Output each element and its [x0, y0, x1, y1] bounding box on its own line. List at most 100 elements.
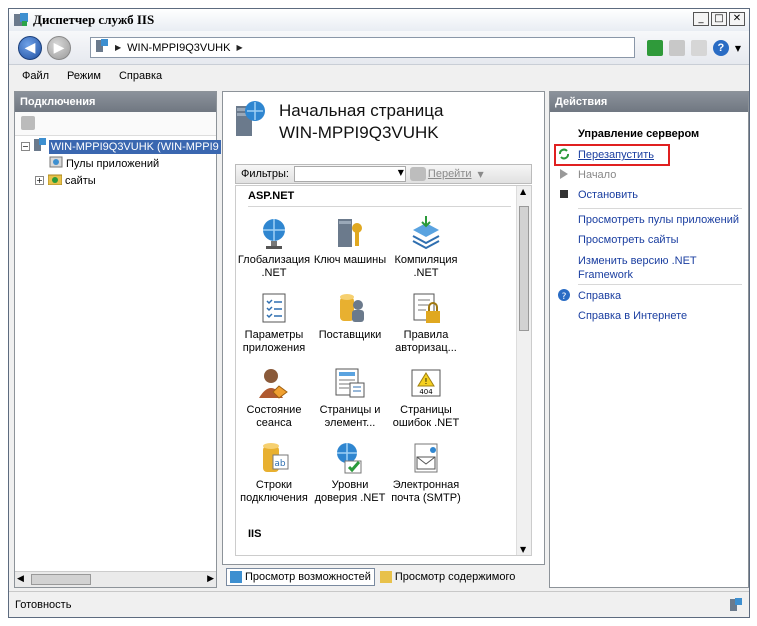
divider: [578, 284, 742, 285]
network-status-icon: [729, 598, 743, 615]
tree-app-pools-label[interactable]: Пулы приложений: [66, 158, 159, 170]
chevron-down-icon[interactable]: ▼: [735, 44, 741, 53]
back-button[interactable]: ◀: [18, 36, 42, 60]
help-link[interactable]: Справка: [578, 289, 621, 303]
globe-icon: [257, 216, 291, 250]
feature-label: доверия .NET: [314, 492, 386, 504]
connections-toolbar: [15, 112, 216, 136]
start-link[interactable]: Начало: [578, 168, 616, 182]
menu-file[interactable]: Файл: [22, 70, 49, 82]
feature-app-settings[interactable]: Параметры приложения: [236, 291, 312, 355]
feature-label: Страницы и: [319, 404, 381, 416]
tab-features-label: Просмотр возможностей: [245, 571, 371, 583]
view-app-pools-link[interactable]: Просмотреть пулы приложений: [578, 213, 739, 227]
svg-text:!: !: [424, 377, 427, 386]
providers-icon: [333, 291, 367, 325]
server-large-icon: [233, 100, 269, 144]
scroll-down-icon[interactable]: ▼: [520, 545, 526, 554]
menu-view[interactable]: Режим: [67, 70, 101, 82]
feature-label: Уровни: [331, 479, 369, 491]
trust-levels-icon: [333, 441, 367, 475]
tree-node-sites[interactable]: + сайты: [15, 172, 216, 189]
feature-pages-controls[interactable]: Страницы и элемент...: [312, 366, 388, 430]
server-icon: [33, 138, 47, 155]
home-icon[interactable]: [690, 40, 707, 56]
scroll-thumb[interactable]: [519, 206, 529, 331]
app-pools-icon: [49, 155, 63, 172]
svg-text:ab: ab: [274, 459, 286, 469]
feature-label: Параметры: [244, 329, 304, 341]
connections-tree: − WIN-MPPI9Q3VUHK (WIN-MPPI9 Пулы прилож…: [15, 136, 221, 189]
refresh-icon[interactable]: [646, 40, 663, 56]
page-title-line1: Начальная страница: [279, 101, 444, 120]
breadcrumb-separator-icon[interactable]: ▶: [115, 43, 121, 52]
restart-link[interactable]: Перезапустить: [578, 148, 654, 162]
close-button[interactable]: ✕: [729, 12, 745, 26]
status-bar: Готовность: [9, 591, 749, 617]
maximize-button[interactable]: □: [711, 12, 727, 26]
feature-label: почта (SMTP): [391, 492, 461, 504]
online-help-link[interactable]: Справка в Интернете: [578, 309, 687, 323]
tree-sites-label[interactable]: сайты: [65, 175, 96, 187]
feature-connection-strings[interactable]: ab Строки подключения: [236, 441, 312, 505]
chevron-down-icon[interactable]: ▼: [478, 170, 484, 179]
dropdown-arrow-icon[interactable]: ▼: [398, 168, 404, 177]
view-sites-link[interactable]: Просмотреть сайты: [578, 233, 679, 247]
feature-compilation[interactable]: Компиляция .NET: [388, 216, 464, 280]
forward-button[interactable]: ▶: [47, 36, 71, 60]
change-net-line2: Framework: [578, 269, 634, 281]
svg-text:404: 404: [419, 388, 433, 396]
connect-icon[interactable]: [21, 116, 35, 130]
breadcrumb-separator-icon[interactable]: ▶: [236, 43, 242, 52]
feature-error-pages[interactable]: ! 404 Страницы ошибок .NET: [388, 366, 464, 430]
feature-providers[interactable]: Поставщики: [312, 291, 388, 342]
scroll-left-icon[interactable]: ◀: [17, 574, 24, 584]
feature-authorization-rules[interactable]: Правила авторизац...: [388, 291, 464, 355]
tab-content-view[interactable]: Просмотр содержимого: [377, 568, 519, 586]
address-bar[interactable]: ▶ WIN-MPPI9Q3VUHK ▶: [90, 37, 635, 58]
feature-machine-key[interactable]: Ключ машины: [312, 216, 388, 267]
help-icon: ?: [558, 289, 570, 302]
go-icon[interactable]: [409, 167, 426, 181]
tree-node-server[interactable]: − WIN-MPPI9Q3VUHK (WIN-MPPI9: [15, 138, 221, 155]
svg-text:?: ?: [562, 292, 567, 301]
go-button[interactable]: Перейти: [428, 168, 472, 180]
tree-node-app-pools[interactable]: Пулы приложений: [15, 155, 216, 172]
horizontal-scrollbar[interactable]: ◀ ▶: [15, 571, 216, 587]
feature-globalization[interactable]: Глобализация .NET: [236, 216, 312, 280]
collapse-icon[interactable]: −: [21, 142, 30, 151]
actions-panel: Действия Управление сервером Перезапусти…: [549, 91, 749, 588]
feature-label: Электронная: [392, 479, 460, 491]
manage-server-heading: Управление сервером: [578, 128, 700, 140]
expand-icon[interactable]: +: [35, 176, 44, 185]
change-net-line1: Изменить версию .NET: [578, 255, 697, 267]
page-title-line2: WIN-MPPI9Q3VUHK: [279, 123, 439, 142]
feature-label: элемент...: [324, 417, 376, 429]
feature-trust-levels[interactable]: Уровни доверия .NET: [312, 441, 388, 505]
tab-features-view[interactable]: Просмотр возможностей: [226, 568, 375, 586]
machine-key-icon: [333, 216, 367, 250]
help-icon[interactable]: ?: [712, 40, 729, 56]
scroll-thumb[interactable]: [31, 574, 91, 585]
filter-label: Фильтры:: [241, 168, 289, 180]
stop-icon[interactable]: [668, 40, 685, 56]
minimize-button[interactable]: _: [693, 12, 709, 26]
divider: [578, 208, 742, 209]
menu-help[interactable]: Справка: [119, 70, 162, 82]
feature-session-state[interactable]: Состояние сеанса: [236, 366, 312, 430]
sites-folder-icon: [47, 173, 63, 188]
features-list: ASP.NET Глобализация .NET Ключ машины Ко…: [235, 185, 532, 556]
view-tabs: Просмотр возможностей Просмотр содержимо…: [222, 567, 545, 587]
start-icon: [558, 168, 570, 180]
feature-smtp-email[interactable]: Электронная почта (SMTP): [388, 441, 464, 505]
stop-link[interactable]: Остановить: [578, 188, 638, 202]
filter-input[interactable]: ▼: [293, 166, 406, 182]
features-view-icon: [230, 571, 242, 583]
scroll-up-icon[interactable]: ▲: [520, 187, 526, 196]
vertical-scrollbar[interactable]: ▲ ▼: [516, 186, 531, 555]
change-net-version-link[interactable]: Изменить версию .NET Framework: [578, 254, 697, 282]
tree-server-label[interactable]: WIN-MPPI9Q3VUHK (WIN-MPPI9: [48, 139, 221, 154]
breadcrumb-server[interactable]: WIN-MPPI9Q3VUHK: [127, 42, 230, 54]
scroll-right-icon[interactable]: ▶: [207, 574, 214, 584]
iis-manager-window: Диспетчер служб IIS _ □ ✕ ◀ ▶ ▶ WIN-MPPI…: [8, 8, 750, 618]
